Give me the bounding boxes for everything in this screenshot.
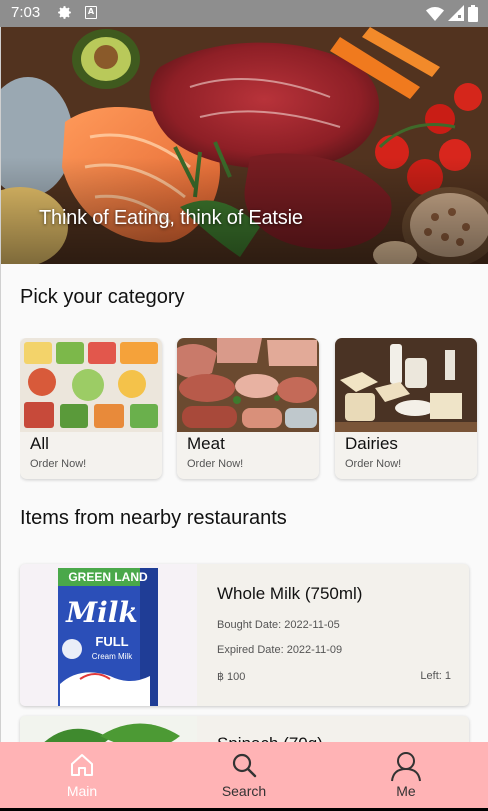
category-meat-image <box>177 338 319 432</box>
category-list[interactable]: All Order Now! Meat Order Now! Dairies O… <box>20 338 488 483</box>
milk-carton-image: GREEN LAND Milk FULL Cream Milk <box>20 564 197 706</box>
user-icon <box>391 752 421 782</box>
category-name: Meat <box>187 434 225 453</box>
category-order-now: Order Now! <box>30 458 87 470</box>
item-price: ฿ 100 <box>217 671 246 683</box>
item-left-count: Left: 1 <box>420 670 451 682</box>
category-card-dairies[interactable]: Dairies Order Now! <box>335 338 477 479</box>
status-right-icons <box>426 4 478 22</box>
search-icon <box>232 753 257 778</box>
bottom-navigation: Main Search Me <box>0 742 488 808</box>
left-border <box>0 27 1 742</box>
category-all-image <box>20 338 162 432</box>
item-expired-date: Expired Date: 2022-11-09 <box>217 644 343 656</box>
nearby-heading: Items from nearby restaurants <box>20 507 287 529</box>
status-time: 7:03 <box>11 4 41 21</box>
item-bought-date: Bought Date: 2022-11-05 <box>217 619 340 631</box>
category-name: All <box>30 434 49 453</box>
signal-icon <box>448 5 464 21</box>
nav-search[interactable]: Search <box>184 742 304 808</box>
category-card-meat[interactable]: Meat Order Now! <box>177 338 319 479</box>
status-bar: 7:03 A <box>0 0 488 27</box>
hero-banner[interactable]: Think of Eating, think of Eatsie <box>0 27 488 264</box>
home-icon <box>71 754 93 776</box>
wifi-icon <box>426 6 444 21</box>
milk-product-text: Milk <box>65 596 138 629</box>
nav-search-label: Search <box>221 783 267 799</box>
category-heading: Pick your category <box>20 286 185 308</box>
category-order-now: Order Now! <box>345 458 402 470</box>
hero-caption: Think of Eating, think of Eatsie <box>39 207 303 229</box>
a-icon: A <box>85 6 97 19</box>
nav-main-label: Main <box>66 783 98 799</box>
milk-brand-text: GREEN LAND <box>68 570 148 584</box>
nav-me[interactable]: Me <box>346 742 466 808</box>
item-card-whole-milk[interactable]: GREEN LAND Milk FULL Cream Milk Whole Mi… <box>20 564 469 706</box>
battery-icon <box>468 4 478 22</box>
gear-icon <box>58 6 71 19</box>
category-card-all[interactable]: All Order Now! <box>20 338 162 479</box>
category-dairies-image <box>335 338 477 432</box>
milk-variant-text: FULL <box>95 634 128 649</box>
milk-variant-sub: Cream Milk <box>92 652 133 661</box>
category-name: Dairies <box>345 434 398 453</box>
nav-main[interactable]: Main <box>22 742 142 808</box>
category-order-now: Order Now! <box>187 458 244 470</box>
nav-me-label: Me <box>396 783 416 799</box>
item-title: Whole Milk (750ml) <box>217 584 363 603</box>
